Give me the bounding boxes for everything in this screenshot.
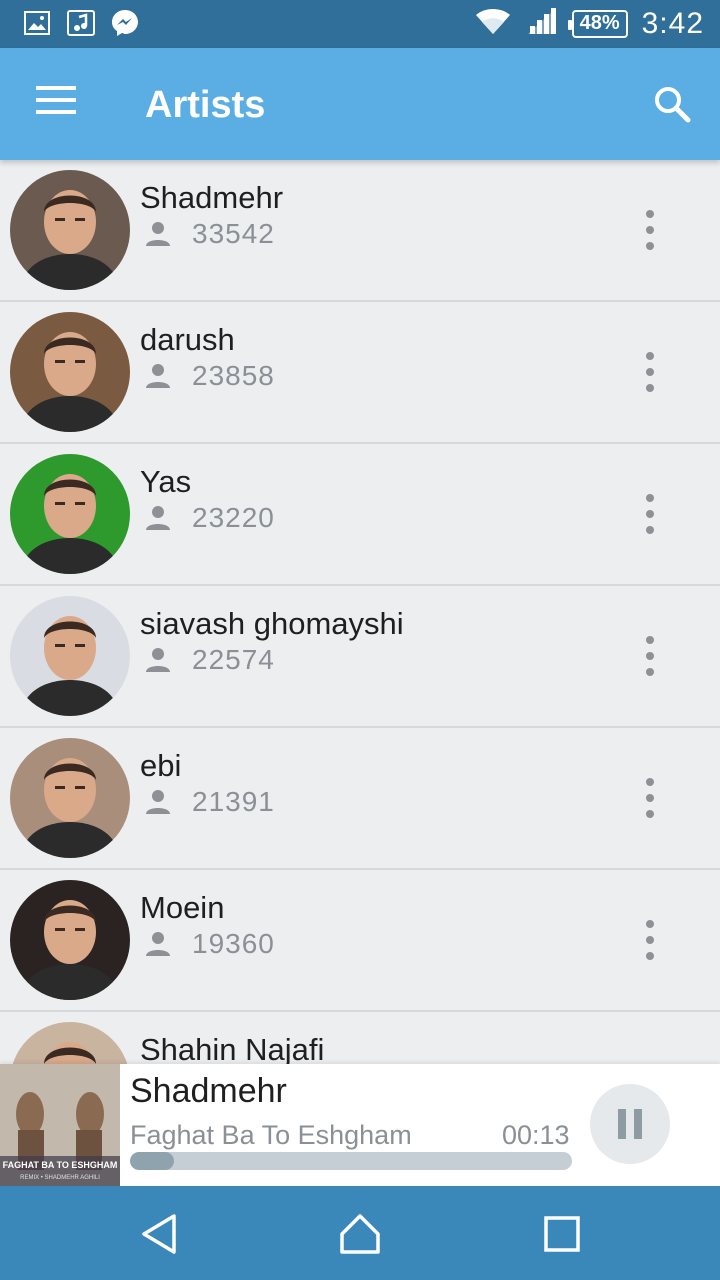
follower-count: 23858 [192,360,275,391]
artist-name: Shahin Najafi [140,1032,325,1064]
search-icon[interactable] [652,84,692,124]
pause-icon [618,1109,626,1139]
artist-followers: 33542 [144,218,275,250]
page-title: Artists [145,84,266,126]
artist-name: siavash ghomayshi [140,606,404,641]
player-elapsed-time: 00:13 [502,1120,570,1150]
person-icon [146,932,170,956]
signal-icon [526,6,558,41]
image-notification-icon [22,8,52,38]
follower-count: 19360 [192,928,275,959]
person-icon [146,648,170,672]
player-progress-fill [130,1152,175,1170]
back-triangle-icon[interactable] [138,1212,182,1256]
album-cover[interactable]: FAGHAT BA TO ESHGHAM REMIX • SHADMEHR AG… [0,1064,120,1186]
battery-percent: 48% [579,12,620,34]
artist-followers: 22574 [144,644,275,676]
system-nav-bar [0,1186,720,1280]
more-options-icon[interactable] [638,210,662,250]
person-icon [146,506,170,530]
player-progress-bar[interactable] [130,1152,572,1170]
more-options-icon[interactable] [638,920,662,960]
artist-followers: 23858 [144,360,275,392]
artist-avatar[interactable] [10,454,130,574]
artist-name: darush [140,322,235,357]
more-options-icon[interactable] [638,352,662,392]
messenger-icon [110,8,140,38]
more-options-icon[interactable] [638,778,662,818]
player-artist: Shadmehr [130,1072,287,1110]
artist-name: Moein [140,890,225,925]
recents-square-icon[interactable] [540,1212,584,1256]
artist-avatar[interactable] [10,596,130,716]
hamburger-menu-icon[interactable] [36,86,76,122]
artist-followers: 21391 [144,786,275,818]
artist-avatar[interactable] [10,312,130,432]
person-icon [146,790,170,814]
artist-row[interactable]: Shahin Najafi [0,1012,720,1064]
follower-count: 22574 [192,644,275,675]
home-icon[interactable] [338,1212,382,1256]
artist-row[interactable]: ebi 21391 [0,728,720,870]
cover-subtitle: REMIX • SHADMEHR AGHILI [20,1175,100,1181]
status-bar: 48% 3:42 [0,0,720,48]
artist-row[interactable]: Moein 19360 [0,870,720,1012]
app-bar: Artists [0,48,720,160]
wifi-icon [474,6,512,41]
artist-row[interactable]: darush 23858 [0,302,720,444]
artist-followers: 19360 [144,928,275,960]
artist-row[interactable]: siavash ghomayshi 22574 [0,586,720,728]
artist-followers: 23220 [144,502,275,534]
artist-avatar[interactable] [10,738,130,858]
artist-name: ebi [140,748,182,783]
artist-avatar[interactable] [10,880,130,1000]
player-song-title: Faghat Ba To Eshgham [130,1120,412,1150]
follower-count: 21391 [192,786,275,817]
cover-title: FAGHAT BA TO ESHGHAM [3,1160,118,1170]
person-icon [146,364,170,388]
battery-indicator: 48% [567,9,628,38]
follower-count: 23220 [192,502,275,533]
artist-avatar[interactable] [10,170,130,290]
artist-name: Yas [140,464,192,499]
clock: 3:42 [641,6,704,40]
follower-count: 33542 [192,218,275,249]
more-options-icon[interactable] [638,494,662,534]
music-notification-icon [66,8,96,38]
artist-name: Shadmehr [140,180,284,215]
pause-button[interactable] [590,1084,670,1164]
more-options-icon[interactable] [638,636,662,676]
mini-player[interactable]: FAGHAT BA TO ESHGHAM REMIX • SHADMEHR AG… [0,1064,720,1186]
person-icon [146,222,170,246]
artist-avatar[interactable] [10,1022,130,1064]
artist-list[interactable]: Shadmehr 33542 darush 23858 Yas 23220 siavash … [0,160,720,1064]
artist-row[interactable]: Shadmehr 33542 [0,160,720,302]
artist-row[interactable]: Yas 23220 [0,444,720,586]
